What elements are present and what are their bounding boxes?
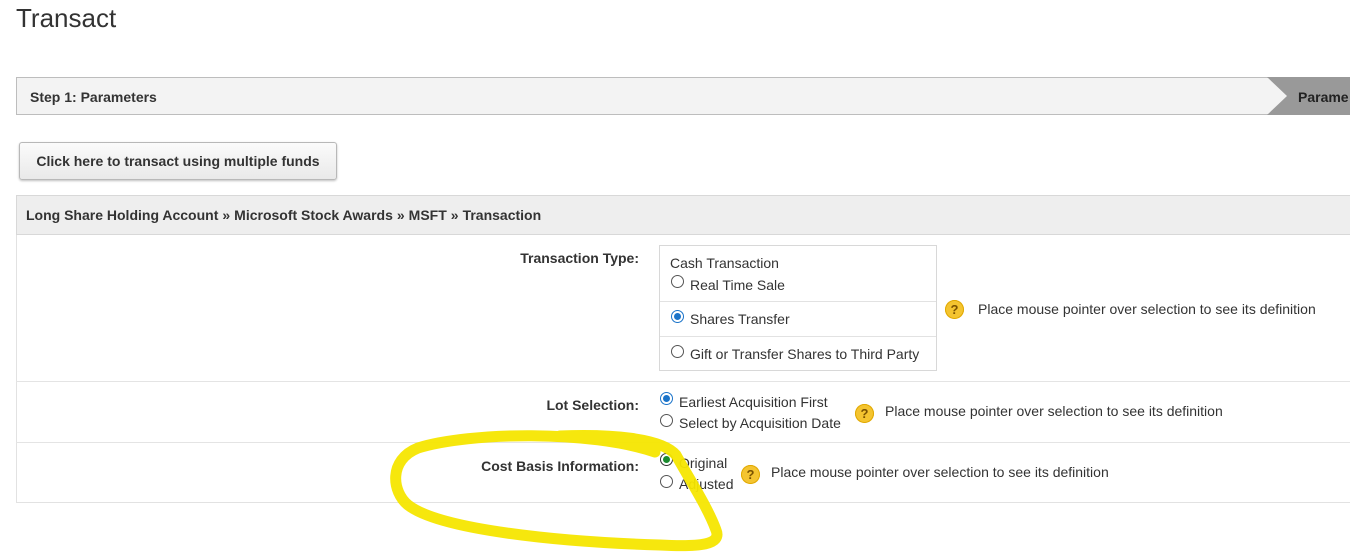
select-by-date-radio[interactable]: [660, 414, 673, 427]
row-divider: [16, 381, 1350, 382]
lot-selection-label: Lot Selection:: [546, 397, 639, 413]
shares-transfer-label[interactable]: Shares Transfer: [690, 311, 790, 327]
transaction-type-options: Cash Transaction Real Time Sale Shares T…: [659, 245, 937, 371]
question-icon[interactable]: ?: [855, 404, 874, 423]
step-progress-bar: Step 1: Parameters Parame: [16, 77, 1350, 115]
question-icon[interactable]: ?: [741, 465, 760, 484]
original-label[interactable]: Original: [679, 455, 727, 471]
adjusted-label[interactable]: Adjusted: [679, 476, 733, 492]
gift-transfer-label[interactable]: Gift or Transfer Shares to Third Party: [690, 346, 919, 362]
breadcrumb-symbol: MSFT: [408, 207, 447, 223]
breadcrumb-separator: »: [222, 207, 231, 223]
page-title: Transact: [16, 3, 117, 33]
breadcrumb-separator: »: [450, 207, 459, 223]
option-divider: [660, 336, 936, 337]
step-current-label: Step 1: Parameters: [30, 89, 157, 105]
lot-selection-help: Place mouse pointer over selection to se…: [885, 403, 1223, 419]
select-by-date-label[interactable]: Select by Acquisition Date: [679, 415, 841, 431]
transaction-type-help: Place mouse pointer over selection to se…: [978, 301, 1316, 317]
row-divider: [16, 442, 1350, 443]
real-time-sale-label[interactable]: Real Time Sale: [690, 277, 785, 293]
gift-transfer-radio[interactable]: [671, 345, 684, 358]
cash-transaction-heading: Cash Transaction: [670, 255, 779, 271]
question-icon[interactable]: ?: [945, 300, 964, 319]
breadcrumb-account: Long Share Holding Account: [26, 207, 219, 223]
option-divider: [660, 301, 936, 302]
earliest-acquisition-radio[interactable]: [660, 392, 673, 405]
original-radio[interactable]: [660, 453, 673, 466]
breadcrumb: Long Share Holding Account» Microsoft Sto…: [16, 195, 1350, 235]
cost-basis-label: Cost Basis Information:: [481, 458, 639, 474]
breadcrumb-plan: Microsoft Stock Awards: [234, 207, 393, 223]
earliest-acquisition-label[interactable]: Earliest Acquisition First: [679, 394, 828, 410]
breadcrumb-transaction: Transaction: [462, 207, 542, 223]
cost-basis-help: Place mouse pointer over selection to se…: [771, 464, 1109, 480]
adjusted-radio[interactable]: [660, 475, 673, 488]
multiple-funds-button[interactable]: Click here to transact using multiple fu…: [19, 142, 337, 180]
breadcrumb-separator: »: [396, 207, 405, 223]
real-time-sale-radio[interactable]: [671, 275, 684, 288]
step-next-label: Parame: [1298, 89, 1349, 105]
shares-transfer-radio[interactable]: [671, 310, 684, 323]
transaction-type-label: Transaction Type:: [520, 250, 639, 266]
